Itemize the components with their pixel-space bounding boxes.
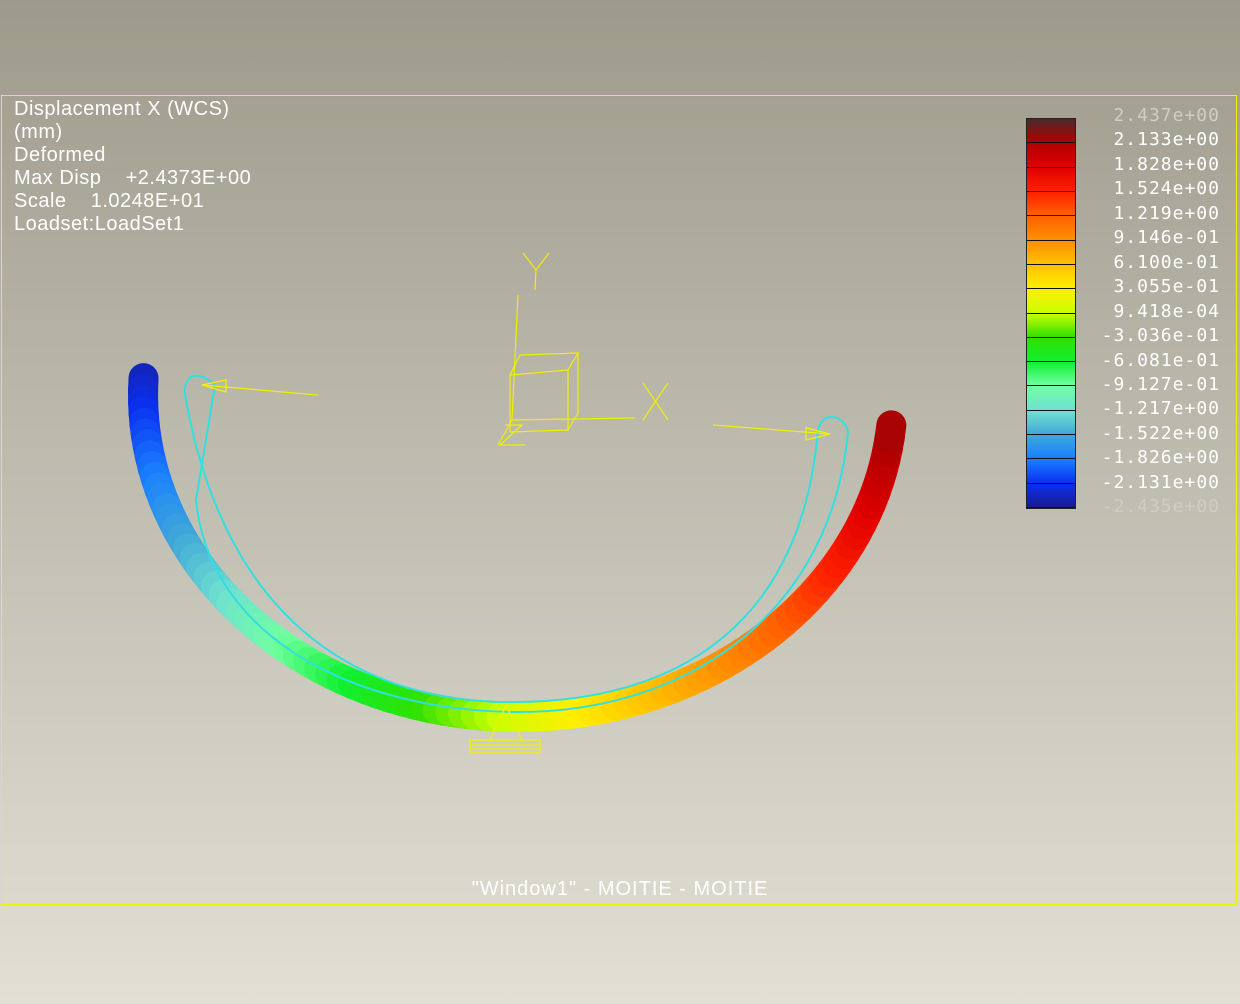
legend-labels: 2.437e+00 2.133e+00 1.828e+00 1.524e+00 1.21… — [1080, 104, 1220, 520]
legend-label: 1.219e+00 — [1113, 202, 1220, 224]
legend-label: -1.217e+00 — [1101, 398, 1220, 420]
legend-band — [1027, 435, 1075, 460]
legend-label: 9.418e-04 — [1113, 300, 1220, 322]
legend-label: 2.133e+00 — [1113, 129, 1220, 151]
legend-label: 6.100e-01 — [1113, 251, 1220, 273]
legend-label: -2.435e+00 — [1101, 496, 1220, 518]
legend-label: -3.036e-01 — [1101, 325, 1220, 347]
legend-band — [1027, 216, 1075, 241]
window-footer: "Window1" - MOITIE - MOITIE — [471, 878, 769, 900]
legend-band — [1027, 386, 1075, 411]
legend-band — [1027, 313, 1075, 338]
legend-label: 9.146e-01 — [1113, 227, 1220, 249]
legend-band — [1027, 459, 1075, 484]
coordinate-system — [497, 252, 669, 446]
legend-band — [1027, 240, 1075, 265]
legend-label: -9.127e-01 — [1101, 373, 1220, 395]
legend-label: -6.081e-01 — [1101, 349, 1220, 371]
load-arrow-left — [201, 379, 319, 396]
legend-band — [1027, 483, 1075, 508]
legend-band — [1027, 143, 1075, 168]
legend-band — [1027, 337, 1075, 363]
legend-label: 3.055e-01 — [1113, 276, 1220, 298]
legend-label: 2.437e+00 — [1113, 105, 1220, 126]
legend-band — [1027, 119, 1075, 144]
legend-band — [1027, 264, 1075, 290]
load-arrow-right — [712, 424, 831, 441]
legend-band — [1027, 167, 1075, 192]
color-legend — [1026, 118, 1076, 509]
legend-band — [1027, 289, 1075, 314]
legend-label: -2.131e+00 — [1101, 471, 1220, 493]
legend-band — [1027, 362, 1075, 387]
legend-band — [1027, 191, 1075, 217]
legend-label: 1.524e+00 — [1113, 178, 1220, 200]
legend-band — [1027, 410, 1075, 436]
deformed-segment — [874, 410, 907, 455]
legend-label: 1.828e+00 — [1113, 153, 1220, 175]
legend-label: -1.522e+00 — [1101, 422, 1220, 444]
legend-label: -1.826e+00 — [1101, 447, 1220, 469]
